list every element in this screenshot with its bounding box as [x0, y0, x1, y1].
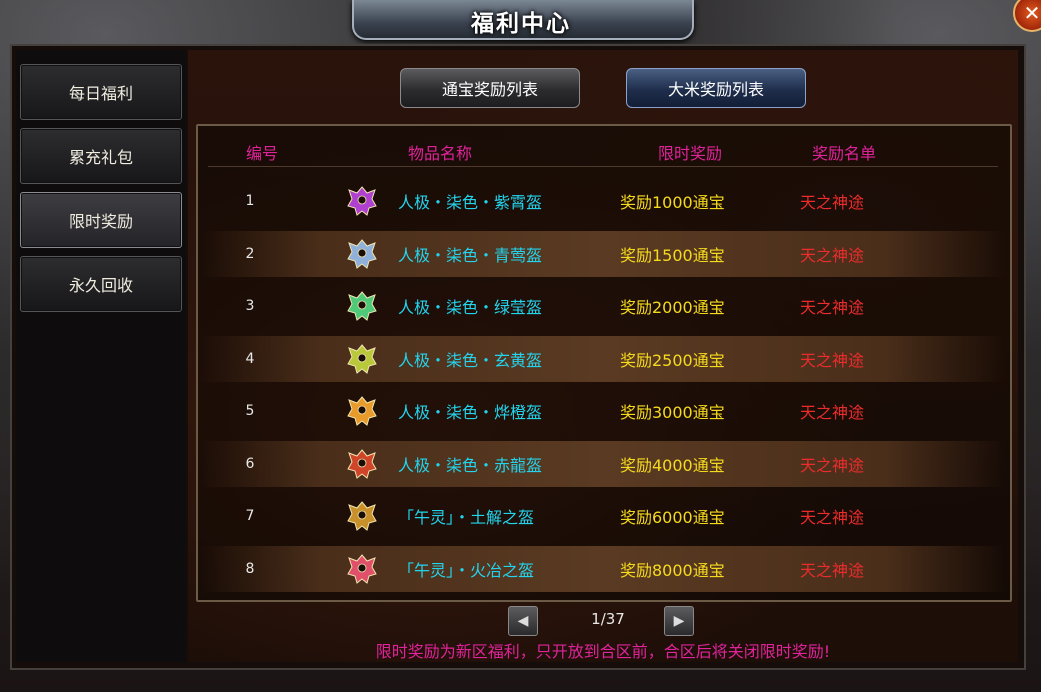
table-row: 8 「午灵」・火冶之盔 奖励8000通宝 天之神途 — [200, 545, 1006, 592]
table-row: 3 人极・柒色・绿莹盔 奖励2000通宝 天之神途 — [200, 283, 1006, 329]
red-helmet-icon — [342, 441, 382, 487]
notice-text: 限时奖励为新区福利，只开放到合区前，合区后将关闭限时奖励! — [375, 642, 831, 661]
reward-amount: 奖励3000通宝 — [620, 403, 725, 422]
prev-page-button[interactable]: ◀ — [508, 606, 538, 636]
silver-helmet-icon — [342, 231, 382, 277]
sidebar-item-daily-welfare[interactable]: 每日福利 — [20, 64, 182, 120]
item-name: 人极・柒色・绿莹盔 — [398, 298, 543, 317]
row-id: 1 — [245, 193, 255, 209]
reward-amount: 奖励4000通宝 — [620, 455, 725, 475]
sidebar-item-limited-reward[interactable]: 限时奖励 — [20, 192, 182, 248]
reward-rank: 天之神途 — [800, 508, 865, 527]
window-title: 福利中心 — [471, 11, 571, 37]
item-name: 「午灵」・火冶之盔 — [398, 560, 535, 580]
table-row: 7 「午灵」・土解之盔 奖励6000通宝 天之神途 — [200, 493, 1006, 539]
header-item-name: 物品名称 — [408, 144, 473, 163]
row-id: 4 — [245, 350, 255, 367]
sidebar-item-permanent-recycle[interactable]: 永久回收 — [20, 256, 182, 312]
reward-rank: 天之神途 — [800, 403, 865, 422]
row-id: 7 — [245, 508, 255, 524]
tab-dami-rewards[interactable]: 大米奖励列表 — [626, 68, 806, 108]
next-page-button[interactable]: ▶ — [664, 606, 694, 636]
purple-helmet-icon — [342, 178, 382, 224]
reward-rank: 天之神途 — [800, 245, 865, 265]
header-reward-list: 奖励名单 — [812, 144, 877, 163]
row-id: 8 — [245, 560, 255, 577]
page-indicator: 1/37 — [591, 610, 625, 628]
item-name: 人极・柒色・赤龍盔 — [398, 455, 543, 475]
green-helmet-icon — [342, 283, 382, 329]
header-id: 编号 — [246, 144, 279, 163]
table-row: 4 人极・柒色・玄黄盔 奖励2500通宝 天之神途 — [200, 335, 1006, 382]
table-row: 2 人极・柒色・青莺盔 奖励1500通宝 天之神途 — [200, 230, 1006, 277]
row-id: 5 — [245, 403, 255, 419]
orange-helmet-icon — [342, 388, 382, 434]
reward-amount: 奖励1500通宝 — [620, 245, 725, 265]
reward-rank: 天之神途 — [800, 350, 865, 370]
item-name: 人极・柒色・紫霄盔 — [398, 193, 543, 212]
sidebar: 每日福利 累充礼包 限时奖励 永久回收 — [16, 50, 186, 662]
main-panel: 每日福利 累充礼包 限时奖励 永久回收 通宝奖励列表 大米奖励列表 编号 物品名… — [10, 44, 1026, 670]
reward-rank: 天之神途 — [800, 193, 865, 212]
yellow-green-helmet-icon — [342, 336, 382, 382]
sidebar-item-recharge-gift[interactable]: 累充礼包 — [20, 128, 182, 184]
reward-amount: 奖励6000通宝 — [620, 508, 725, 527]
header-limited-reward: 限时奖励 — [658, 144, 723, 163]
table-row: 1 人极・柒色・紫霄盔 奖励1000通宝 天之神途 — [200, 178, 1006, 224]
reward-amount: 奖励1000通宝 — [620, 193, 725, 212]
tab-tongbao-rewards[interactable]: 通宝奖励列表 — [400, 68, 580, 108]
row-id: 2 — [245, 245, 255, 262]
reward-amount: 奖励2000通宝 — [620, 298, 725, 317]
header-divider — [208, 166, 998, 167]
item-name: 「午灵」・土解之盔 — [398, 508, 535, 527]
reward-rank: 天之神途 — [800, 455, 865, 475]
row-id: 3 — [245, 298, 255, 314]
item-name: 人极・柒色・玄黄盔 — [398, 350, 543, 370]
content-area: 通宝奖励列表 大米奖励列表 编号 物品名称 限时奖励 奖励名单 1 人极・柒色・紫… — [188, 50, 1018, 662]
table-row: 6 人极・柒色・赤龍盔 奖励4000通宝 天之神途 — [200, 440, 1006, 487]
item-name: 人极・柒色・烨橙盔 — [398, 403, 543, 422]
row-id: 6 — [245, 455, 255, 472]
reward-table: 编号 物品名称 限时奖励 奖励名单 1 人极・柒色・紫霄盔 奖励1000通宝 天之神途… — [196, 124, 1012, 602]
table-row: 5 人极・柒色・烨橙盔 奖励3000通宝 天之神途 — [200, 388, 1006, 434]
gold-helmet-icon — [342, 493, 382, 539]
reward-amount: 奖励8000通宝 — [620, 560, 725, 580]
reward-rank: 天之神途 — [800, 560, 865, 580]
item-name: 人极・柒色・青莺盔 — [398, 245, 543, 265]
reward-rank: 天之神途 — [800, 298, 865, 317]
reward-amount: 奖励2500通宝 — [620, 350, 725, 370]
crimson-helmet-icon — [342, 546, 382, 592]
